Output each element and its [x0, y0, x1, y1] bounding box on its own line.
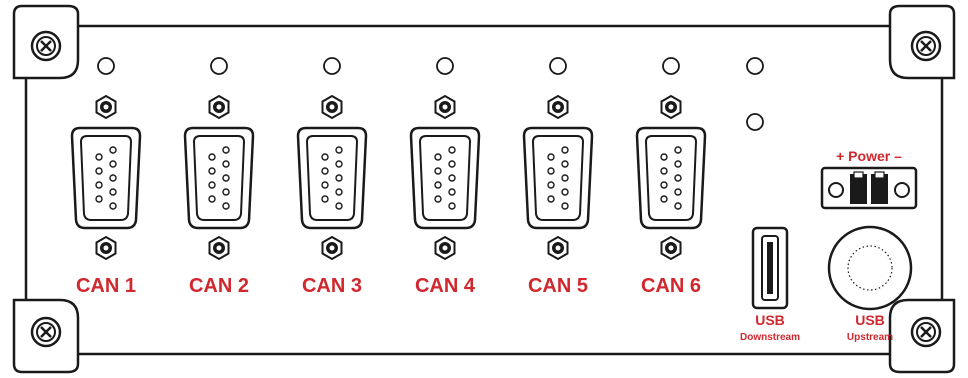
can-port-label: CAN 4	[415, 275, 476, 297]
db9-connector-icon[interactable]	[296, 126, 368, 230]
led-icon	[210, 57, 228, 75]
led-icon	[549, 57, 567, 75]
hex-standoff-icon	[434, 94, 456, 120]
db9-connector-icon[interactable]	[522, 126, 594, 230]
hex-standoff-icon	[321, 94, 343, 120]
can-port-label: CAN 5	[528, 275, 588, 297]
hex-standoff-icon	[547, 235, 569, 261]
can-port-label: CAN 3	[302, 275, 362, 297]
db9-connector-icon[interactable]	[635, 126, 707, 230]
led-icon	[662, 57, 680, 75]
db9-connector-icon[interactable]	[183, 126, 255, 230]
db9-connector-icon[interactable]	[409, 126, 481, 230]
screw-icon	[910, 316, 942, 348]
can-port-label: CAN 1	[76, 275, 136, 297]
led-icon	[323, 57, 341, 75]
power-label: + Power –	[836, 148, 902, 164]
panel-body	[24, 24, 944, 356]
usb-port-icon[interactable]	[827, 225, 913, 311]
power-terminal-icon[interactable]	[820, 166, 918, 210]
can-port-label: CAN 6	[641, 275, 701, 297]
usb-upstream-title: USB	[855, 312, 885, 328]
hex-standoff-icon	[547, 94, 569, 120]
led-icon	[97, 57, 115, 75]
led-icon	[436, 57, 454, 75]
usb-downstream-subtitle: Downstream	[740, 332, 800, 343]
hex-standoff-icon	[208, 94, 230, 120]
can-port-label: CAN 2	[189, 275, 249, 297]
hex-standoff-icon	[434, 235, 456, 261]
screw-icon	[30, 30, 62, 62]
hex-standoff-icon	[95, 235, 117, 261]
screw-icon	[910, 30, 942, 62]
led-icon	[746, 57, 764, 75]
usb-port-icon[interactable]	[751, 226, 789, 310]
hex-standoff-icon	[660, 235, 682, 261]
usb-upstream-subtitle: Upstream	[847, 332, 893, 343]
device-front-panel: CAN 1 CAN 2 CAN 3 CAN 4 CAN 5 CAN 6 + Power –…	[12, 4, 956, 374]
hex-standoff-icon	[321, 235, 343, 261]
screw-icon	[30, 316, 62, 348]
usb-downstream-title: USB	[755, 312, 785, 328]
led-icon	[746, 113, 764, 131]
hex-standoff-icon	[208, 235, 230, 261]
hex-standoff-icon	[95, 94, 117, 120]
db9-connector-icon[interactable]	[70, 126, 142, 230]
hex-standoff-icon	[660, 94, 682, 120]
